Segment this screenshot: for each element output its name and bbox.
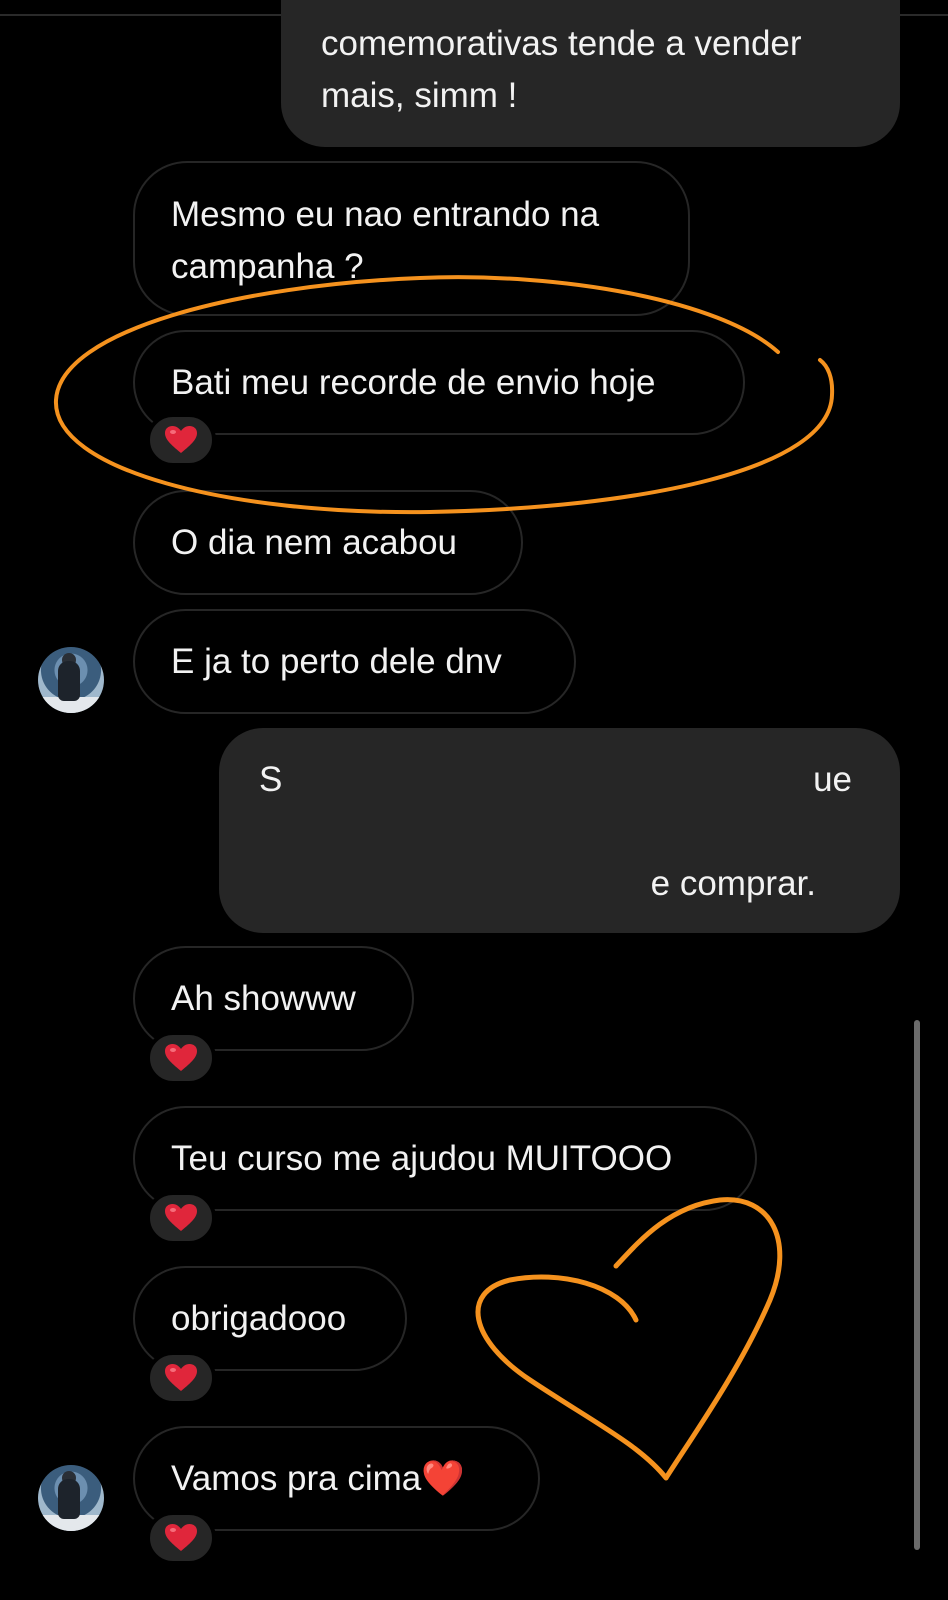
incoming-message[interactable]: Teu curso me ajudou MUITOOO bbox=[133, 1106, 757, 1211]
incoming-message[interactable]: Bati meu recorde de envio hoje bbox=[133, 330, 745, 435]
heart-icon bbox=[165, 1364, 197, 1391]
contact-avatar[interactable] bbox=[38, 1465, 104, 1531]
avatar-figure bbox=[58, 661, 80, 701]
message-text: obrigadooo bbox=[171, 1298, 347, 1338]
heart-icon bbox=[165, 426, 197, 453]
outgoing-message[interactable]: comemorativas tende a vender mais, simm … bbox=[281, 0, 900, 147]
outgoing-message-redacted[interactable]: S ue e comprar. bbox=[219, 728, 900, 933]
incoming-message[interactable]: E ja to perto dele dnv bbox=[133, 609, 576, 714]
message-text: comemorativas tende a vender mais, simm … bbox=[321, 24, 802, 115]
heart-icon bbox=[165, 1204, 197, 1231]
message-text: Ah showww bbox=[171, 978, 356, 1018]
message-text: E ja to perto dele dnv bbox=[171, 641, 502, 681]
contact-avatar[interactable] bbox=[38, 647, 104, 713]
reaction-badge[interactable] bbox=[146, 1351, 216, 1405]
reaction-badge[interactable] bbox=[146, 1191, 216, 1245]
message-fragment-end: ue bbox=[813, 760, 852, 799]
incoming-message[interactable]: O dia nem acabou bbox=[133, 490, 523, 595]
incoming-message[interactable]: Mesmo eu nao entrando na campanha ? bbox=[133, 161, 690, 316]
annotation-heart bbox=[475, 1197, 783, 1481]
reaction-badge[interactable] bbox=[146, 1031, 216, 1085]
message-text: Vamos pra cima❤️ bbox=[171, 1458, 465, 1498]
avatar-figure bbox=[58, 1479, 80, 1519]
message-fragment-line2: e comprar. bbox=[650, 864, 816, 903]
message-text: Mesmo eu nao entrando na campanha ? bbox=[171, 195, 600, 286]
reaction-badge[interactable] bbox=[146, 413, 216, 467]
heart-icon bbox=[165, 1524, 197, 1551]
message-text: Bati meu recorde de envio hoje bbox=[171, 362, 656, 402]
reaction-badge[interactable] bbox=[146, 1511, 216, 1565]
heart-icon bbox=[165, 1044, 197, 1071]
message-fragment-start: S bbox=[259, 760, 283, 799]
message-text: Teu curso me ajudou MUITOOO bbox=[171, 1138, 673, 1178]
scrollbar[interactable] bbox=[914, 1020, 920, 1550]
message-text: O dia nem acabou bbox=[171, 522, 458, 562]
